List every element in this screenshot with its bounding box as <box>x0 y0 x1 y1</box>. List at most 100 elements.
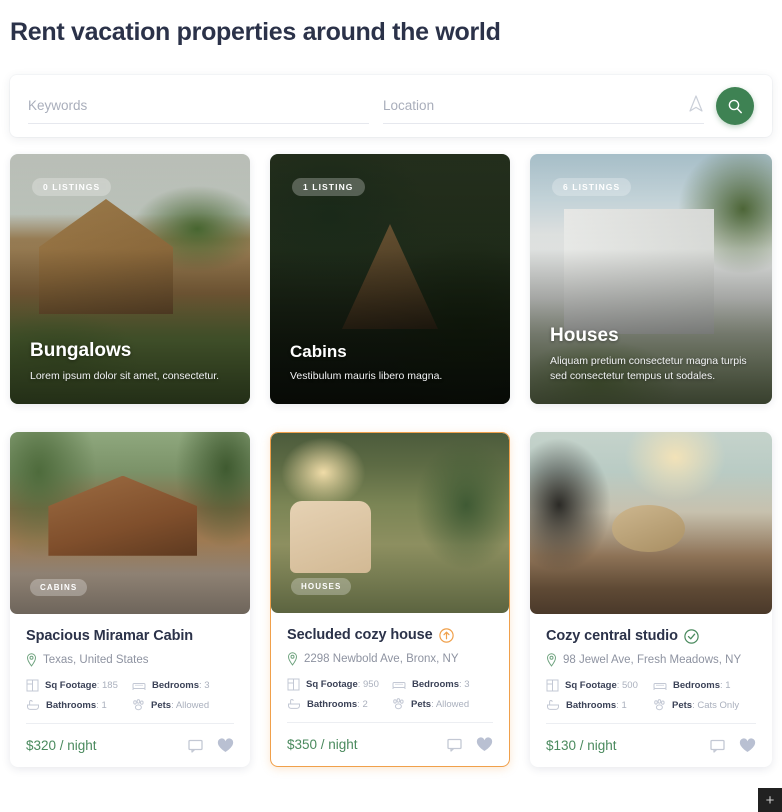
meta-label: Pets <box>672 699 693 711</box>
meta-sq-footage: Sq Footage: 500 <box>546 679 649 692</box>
category-description: Aliquam pretium consectetur magna turpis… <box>550 355 747 382</box>
property-card-row: CABINS Spacious Miramar Cabin Texas, Uni… <box>10 432 772 767</box>
map-pin-icon <box>546 653 557 667</box>
property-category-tag[interactable]: CABINS <box>30 579 88 596</box>
meta-label: Bathrooms <box>307 698 358 710</box>
bed-icon <box>132 680 146 691</box>
floorplan-icon <box>546 679 559 692</box>
property-title-row: Secluded cozy house <box>287 627 493 643</box>
property-title[interactable]: Cozy central studio <box>546 628 678 644</box>
meta-value: 3 <box>204 680 210 691</box>
property-address: Texas, United States <box>43 654 149 666</box>
property-card-secluded-cozy-house[interactable]: HOUSES Secluded cozy house 2298 Newbold … <box>270 432 510 767</box>
paw-icon <box>392 698 405 710</box>
property-body: Secluded cozy house 2298 Newbold Ave, Br… <box>271 613 509 722</box>
property-card-spacious-miramar-cabin[interactable]: CABINS Spacious Miramar Cabin Texas, Uni… <box>10 432 250 767</box>
bathtub-icon <box>546 699 560 711</box>
meta-value: 2 <box>362 698 368 710</box>
category-title: Cabins <box>290 342 347 361</box>
property-meta-grid: Sq Footage: 950 Bedrooms: 3 Bathrooms: 2 <box>287 678 493 722</box>
meta-value: 3 <box>464 679 470 690</box>
property-footer: $320 / night <box>26 723 234 767</box>
bathtub-icon <box>26 699 40 711</box>
meta-bathrooms: Bathrooms: 1 <box>26 699 128 711</box>
message-icon[interactable] <box>710 739 725 753</box>
property-address-row: 98 Jewel Ave, Fresh Meadows, NY <box>546 653 756 667</box>
meta-value: 500 <box>622 680 638 691</box>
property-actions <box>447 737 493 752</box>
category-text-block: Houses Aliquam pretium consectetur magna… <box>550 325 756 384</box>
property-title[interactable]: Secluded cozy house <box>287 627 433 643</box>
meta-value: 185 <box>102 680 118 691</box>
meta-label: Sq Footage <box>306 679 358 690</box>
category-card-bungalows[interactable]: 0 LISTINGS Bungalows Lorem ipsum dolor s… <box>10 154 250 404</box>
heart-icon[interactable] <box>739 738 756 753</box>
meta-label: Bedrooms <box>412 679 459 690</box>
category-title: Houses <box>550 325 619 346</box>
category-description: Vestibulum mauris libero magna. <box>290 370 443 382</box>
listing-count-badge: 0 LISTINGS <box>32 178 112 196</box>
property-title-row: Cozy central studio <box>546 628 756 644</box>
floorplan-icon <box>26 679 39 692</box>
meta-label: Pets <box>411 698 432 710</box>
meta-label: Bedrooms <box>152 680 199 691</box>
property-meta-grid: Sq Footage: 185 Bedrooms: 3 Bathrooms: 1 <box>26 679 234 723</box>
message-icon[interactable] <box>188 739 203 753</box>
property-actions <box>710 738 756 753</box>
property-image[interactable]: CABINS <box>10 432 250 614</box>
meta-bedrooms: Bedrooms: 3 <box>132 679 234 692</box>
category-text-block: Bungalows Lorem ipsum dolor sit amet, co… <box>30 340 234 384</box>
property-title[interactable]: Spacious Miramar Cabin <box>26 628 193 644</box>
meta-pets: Pets: Cats Only <box>653 699 756 711</box>
heart-icon[interactable] <box>476 737 493 752</box>
location-arrow-icon[interactable] <box>688 94 704 114</box>
featured-arrow-icon <box>438 627 454 643</box>
meta-bedrooms: Bedrooms: 3 <box>392 678 493 691</box>
floorplan-icon <box>287 678 300 691</box>
property-category-tag[interactable]: HOUSES <box>291 578 352 595</box>
message-icon[interactable] <box>447 738 462 752</box>
map-pin-icon <box>26 653 37 667</box>
property-card-cozy-central-studio[interactable]: Cozy central studio 98 Jewel Ave, Fresh … <box>530 432 772 767</box>
meta-value: 950 <box>363 679 379 690</box>
property-address: 98 Jewel Ave, Fresh Meadows, NY <box>563 654 742 666</box>
meta-pets: Pets: Allowed <box>132 699 234 711</box>
category-card-houses[interactable]: 6 LISTINGS Houses Aliquam pretium consec… <box>530 154 772 404</box>
search-panel <box>10 75 772 137</box>
search-submit-button[interactable] <box>716 87 754 125</box>
property-image[interactable] <box>530 432 772 614</box>
property-photo-studio <box>530 432 772 614</box>
search-icon <box>727 98 744 115</box>
listing-count-badge: 6 LISTINGS <box>552 178 632 196</box>
listing-count-badge: 1 LISTING <box>292 178 365 196</box>
category-card-cabins[interactable]: 1 LISTING Cabins Vestibulum mauris liber… <box>270 154 510 404</box>
property-body: Cozy central studio 98 Jewel Ave, Fresh … <box>530 614 772 723</box>
heart-icon[interactable] <box>217 738 234 753</box>
property-image[interactable]: HOUSES <box>271 433 509 613</box>
category-text-block: Cabins Vestibulum mauris libero magna. <box>290 342 494 384</box>
paw-icon <box>653 699 666 711</box>
meta-value: 1 <box>725 680 731 691</box>
category-description: Lorem ipsum dolor sit amet, consectetur. <box>30 370 220 382</box>
property-price: $320 / night <box>26 738 97 753</box>
meta-value: Cats Only <box>697 699 740 711</box>
bathtub-icon <box>287 698 301 710</box>
add-button[interactable]: + <box>758 788 782 812</box>
meta-label: Sq Footage <box>45 680 97 691</box>
property-address-row: 2298 Newbold Ave, Bronx, NY <box>287 652 493 666</box>
property-address-row: Texas, United States <box>26 653 234 667</box>
paw-icon <box>132 699 145 711</box>
search-input-location[interactable] <box>383 98 705 113</box>
meta-pets: Pets: Allowed <box>392 698 493 710</box>
meta-label: Bathrooms <box>566 699 617 711</box>
keywords-field[interactable] <box>28 88 370 124</box>
plus-icon: + <box>765 791 775 809</box>
meta-sq-footage: Sq Footage: 185 <box>26 679 128 692</box>
meta-label: Bathrooms <box>46 699 97 711</box>
map-pin-icon <box>287 652 298 666</box>
location-field[interactable] <box>383 88 705 124</box>
bed-icon <box>653 680 667 691</box>
property-footer: $130 / night <box>546 723 756 767</box>
property-meta-grid: Sq Footage: 500 Bedrooms: 1 Bathrooms: 1 <box>546 679 756 723</box>
search-input-keywords[interactable] <box>28 98 370 113</box>
